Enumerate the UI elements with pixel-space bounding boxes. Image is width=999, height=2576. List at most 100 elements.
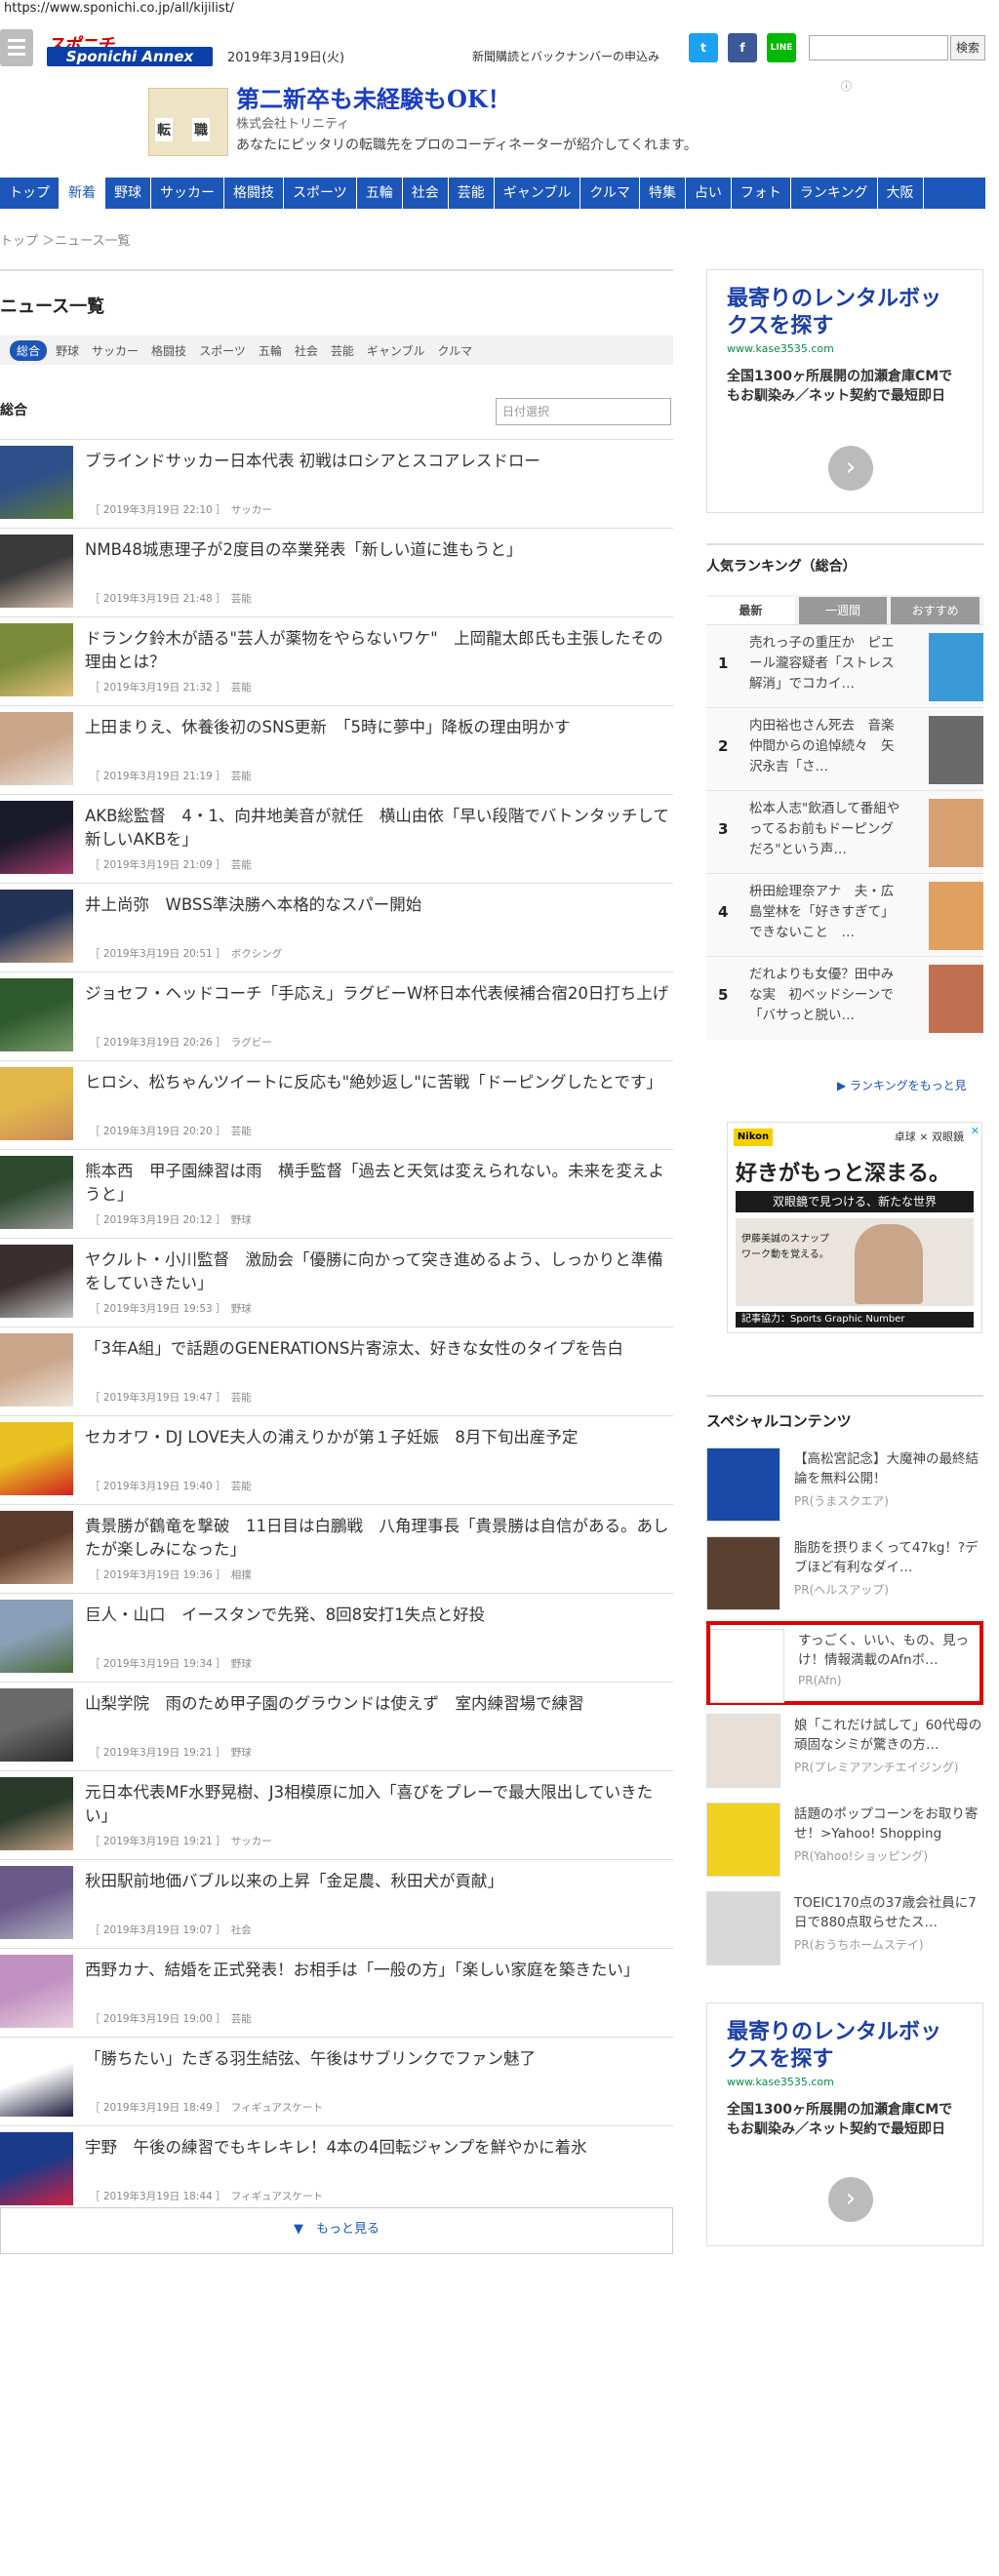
news-item[interactable]: 上田まりえ、休養後初のSNS更新 「5時に夢中」降板の理由明かす ［ 2019年3… <box>0 705 673 794</box>
nav-item[interactable]: 大阪 <box>878 178 924 209</box>
ranking-item[interactable]: 4 枡田絵理奈アナ 夫・広島堂林を「好きすぎて」できないこと … <box>706 873 983 957</box>
news-item[interactable]: 秋田駅前地価バブル以来の上昇「金足農、秋田犬が貢献」 ［ 2019年3月19日 1… <box>0 1859 673 1948</box>
news-thumbnail[interactable] <box>0 1955 73 2028</box>
news-headline[interactable]: 宇野 午後の練習でもキレキレ！4本の4回転ジャンプを鮮やかに着氷 <box>85 2136 670 2160</box>
ranking-item[interactable]: 2 内田裕也さん死去 音楽仲間からの追悼続々 矢沢永吉「さ… <box>706 707 983 791</box>
rental-box-ad[interactable]: 最寄りのレンタルボックスを探す www.kase3535.com 全国1300ヶ… <box>706 269 983 513</box>
category-tab[interactable]: 芸能 <box>331 342 354 359</box>
special-thumbnail[interactable] <box>706 1891 780 1965</box>
arrow-icon[interactable]: › <box>828 446 873 491</box>
special-thumbnail[interactable] <box>706 1803 780 1877</box>
category-tab[interactable]: スポーツ <box>199 342 246 359</box>
nav-item[interactable]: クルマ <box>580 178 640 209</box>
special-item[interactable]: TOEIC170点の37歳会社員に7日で880点取らせたス… PR(おうちホームス… <box>706 1887 983 1971</box>
special-item[interactable]: 脂肪を摂りまくって47kg！?デブほど有利なダイ… PR(ヘルスアップ) <box>706 1532 983 1616</box>
menu-icon[interactable] <box>0 29 33 66</box>
facebook-icon[interactable]: f <box>728 33 757 62</box>
news-item[interactable]: 「勝ちたい」たぎる羽生結弦、午後はサブリンクでファン魅了 ［ 2019年3月19日… <box>0 2037 673 2125</box>
news-headline[interactable]: NMB48城恵理子が2度目の卒業発表「新しい道に進もうと」 <box>85 538 670 562</box>
news-category[interactable]: 野球 <box>231 1303 252 1315</box>
nav-item[interactable]: 占い <box>686 178 732 209</box>
nav-item[interactable]: トップ <box>0 178 60 209</box>
tab-week[interactable]: 一週間 <box>798 597 888 624</box>
news-headline[interactable]: 山梨学院 雨のため甲子園のグラウンドは使えず 室内練習場で練習 <box>85 1692 670 1716</box>
news-thumbnail[interactable] <box>0 1866 73 1939</box>
news-category[interactable]: 芸能 <box>231 771 252 782</box>
news-thumbnail[interactable] <box>0 712 73 785</box>
news-category[interactable]: フィギュアスケート <box>231 2191 323 2202</box>
news-category[interactable]: ボクシング <box>231 948 283 960</box>
news-category[interactable]: 野球 <box>231 1658 252 1670</box>
news-thumbnail[interactable] <box>0 2043 73 2117</box>
category-tab[interactable]: クルマ <box>438 342 473 359</box>
news-thumbnail[interactable] <box>0 535 73 608</box>
news-category[interactable]: 相撲 <box>231 1569 252 1581</box>
news-thumbnail[interactable] <box>0 1422 73 1495</box>
news-headline[interactable]: 「勝ちたい」たぎる羽生結弦、午後はサブリンクでファン魅了 <box>85 2047 670 2071</box>
news-category[interactable]: 芸能 <box>231 1481 252 1492</box>
nav-item[interactable]: フォト <box>732 178 791 209</box>
news-item[interactable]: ブラインドサッカー日本代表 初戦はロシアとスコアレスドロー ［ 2019年3月19… <box>0 439 673 528</box>
search-button[interactable]: 検索 <box>950 35 985 60</box>
news-headline[interactable]: ヤクルト・小川監督 激励会「優勝に向かって突き進めるよう、しっかりと準備をしてい… <box>85 1248 670 1295</box>
news-headline[interactable]: 上田まりえ、休養後初のSNS更新 「5時に夢中」降板の理由明かす <box>85 716 670 739</box>
news-category[interactable]: 芸能 <box>231 1392 252 1404</box>
news-thumbnail[interactable] <box>0 446 73 519</box>
subscribe-link[interactable]: 新聞購読とバックナンバーの申込み <box>472 48 659 64</box>
nav-item[interactable]: サッカー <box>151 178 224 209</box>
nav-item[interactable]: 五輪 <box>357 178 403 209</box>
special-item[interactable]: 【高松宮記念】大魔神の最終結論を無料公開！ PR(うまスクエア) <box>706 1444 983 1527</box>
more-button[interactable]: ▼ もっと見る <box>0 2207 673 2254</box>
news-item[interactable]: 山梨学院 雨のため甲子園のグラウンドは使えず 室内練習場で練習 ［ 2019年3月… <box>0 1682 673 1770</box>
date-select[interactable]: 日付選択 <box>496 398 671 425</box>
news-category[interactable]: サッカー <box>231 1836 272 1847</box>
news-headline[interactable]: 秋田駅前地価バブル以来の上昇「金足農、秋田犬が貢献」 <box>85 1870 670 1893</box>
site-logo[interactable]: スポニチ Sponichi Annex <box>47 33 213 66</box>
news-headline[interactable]: 貴景勝が鶴竜を撃破 11日目は白鵬戦 八角理事長「貴景勝は自信がある。あしたが楽… <box>85 1515 670 1562</box>
news-thumbnail[interactable] <box>0 1511 73 1584</box>
nikon-ad[interactable]: Nikon 卓球 × 双眼鏡 ✕ 好きがもっと深まる。 双眼鏡で見つける、新たな… <box>727 1122 982 1333</box>
news-category[interactable]: 芸能 <box>231 682 252 694</box>
news-thumbnail[interactable] <box>0 978 73 1051</box>
special-item[interactable]: 話題のポップコーンをお取り寄せ！>Yahoo! Shopping PR(Yahoo… <box>706 1799 983 1882</box>
special-headline[interactable]: TOEIC170点の37歳会社員に7日で880点取らせたス… <box>794 1893 983 1932</box>
category-tab[interactable]: 総合 <box>10 339 48 361</box>
top-ad[interactable]: 転 職 第二新卒も未経験もOK！ 株式会社トリニティ あなたにピッタリの転職先を… <box>148 80 851 158</box>
news-thumbnail[interactable] <box>0 1600 73 1673</box>
special-headline[interactable]: すっごく、いい、もの、見っけ！情報満載のAfnボ… <box>798 1631 987 1670</box>
news-thumbnail[interactable] <box>0 1067 73 1140</box>
news-thumbnail[interactable] <box>0 2132 73 2205</box>
news-item[interactable]: NMB48城恵理子が2度目の卒業発表「新しい道に進もうと」 ［ 2019年3月19… <box>0 528 673 616</box>
special-thumbnail[interactable] <box>706 1447 780 1522</box>
news-category[interactable]: 芸能 <box>231 2013 252 2025</box>
news-headline[interactable]: 西野カナ、結婚を正式発表！お相手は「一般の方」「楽しい家庭を築きたい」 <box>85 1959 670 1982</box>
news-thumbnail[interactable] <box>0 801 73 874</box>
special-headline[interactable]: 娘「これだけ試して」60代母の頑固なシミが驚きの方… <box>794 1716 983 1755</box>
category-tab[interactable]: サッカー <box>92 342 139 359</box>
news-item[interactable]: 「3年A組」で話題のGENERATIONS片寄涼太、好きな女性のタイプを告白 ［ … <box>0 1327 673 1415</box>
news-headline[interactable]: ジョセフ・ヘッドコーチ「手応え」ラグビーW杯日本代表候補合宿20日打ち上げ <box>85 982 670 1006</box>
ranking-item[interactable]: 1 売れっ子の重圧か ピエール瀧容疑者「ストレス解消」でコカイ… <box>706 624 983 708</box>
rank-thumbnail[interactable] <box>929 882 983 950</box>
close-icon[interactable]: ✕ <box>971 1125 979 1137</box>
breadcrumb[interactable]: トップ ＞ニュース一覧 <box>0 230 130 249</box>
news-thumbnail[interactable] <box>0 1245 73 1318</box>
news-category[interactable]: 芸能 <box>231 593 252 605</box>
news-thumbnail[interactable] <box>0 890 73 963</box>
ranking-more-link[interactable]: ▶ ランキングをもっと見 <box>837 1077 967 1093</box>
nav-item[interactable]: 野球 <box>105 178 151 209</box>
rental-box-ad-2[interactable]: 最寄りのレンタルボックスを探す www.kase3535.com 全国1300ヶ… <box>706 2002 983 2246</box>
tab-recommended[interactable]: おすすめ <box>891 597 980 624</box>
news-item[interactable]: ヒロシ、松ちゃんツイートに反応も"絶妙返し"に苦戦「ドーピングしたとです」 ［ 2… <box>0 1060 673 1149</box>
rank-thumbnail[interactable] <box>929 965 983 1033</box>
news-category[interactable]: 芸能 <box>231 859 252 871</box>
arrow-icon[interactable]: › <box>828 2177 873 2222</box>
rank-thumbnail[interactable] <box>929 716 983 784</box>
rank-headline[interactable]: 松本人志"飲酒して番組やってるお前もドーピングだろ"という声… <box>749 799 905 860</box>
news-category[interactable]: ラグビー <box>231 1037 272 1049</box>
rank-headline[interactable]: 売れっ子の重圧か ピエール瀧容疑者「ストレス解消」でコカイ… <box>749 633 905 694</box>
news-item[interactable]: 元日本代表MF水野晃樹、J3相模原に加入「喜びをプレーで最大限出していきたい」 ［… <box>0 1770 673 1859</box>
category-tab[interactable]: 社会 <box>295 342 318 359</box>
news-category[interactable]: 野球 <box>231 1747 252 1759</box>
news-category[interactable]: 野球 <box>231 1214 252 1226</box>
